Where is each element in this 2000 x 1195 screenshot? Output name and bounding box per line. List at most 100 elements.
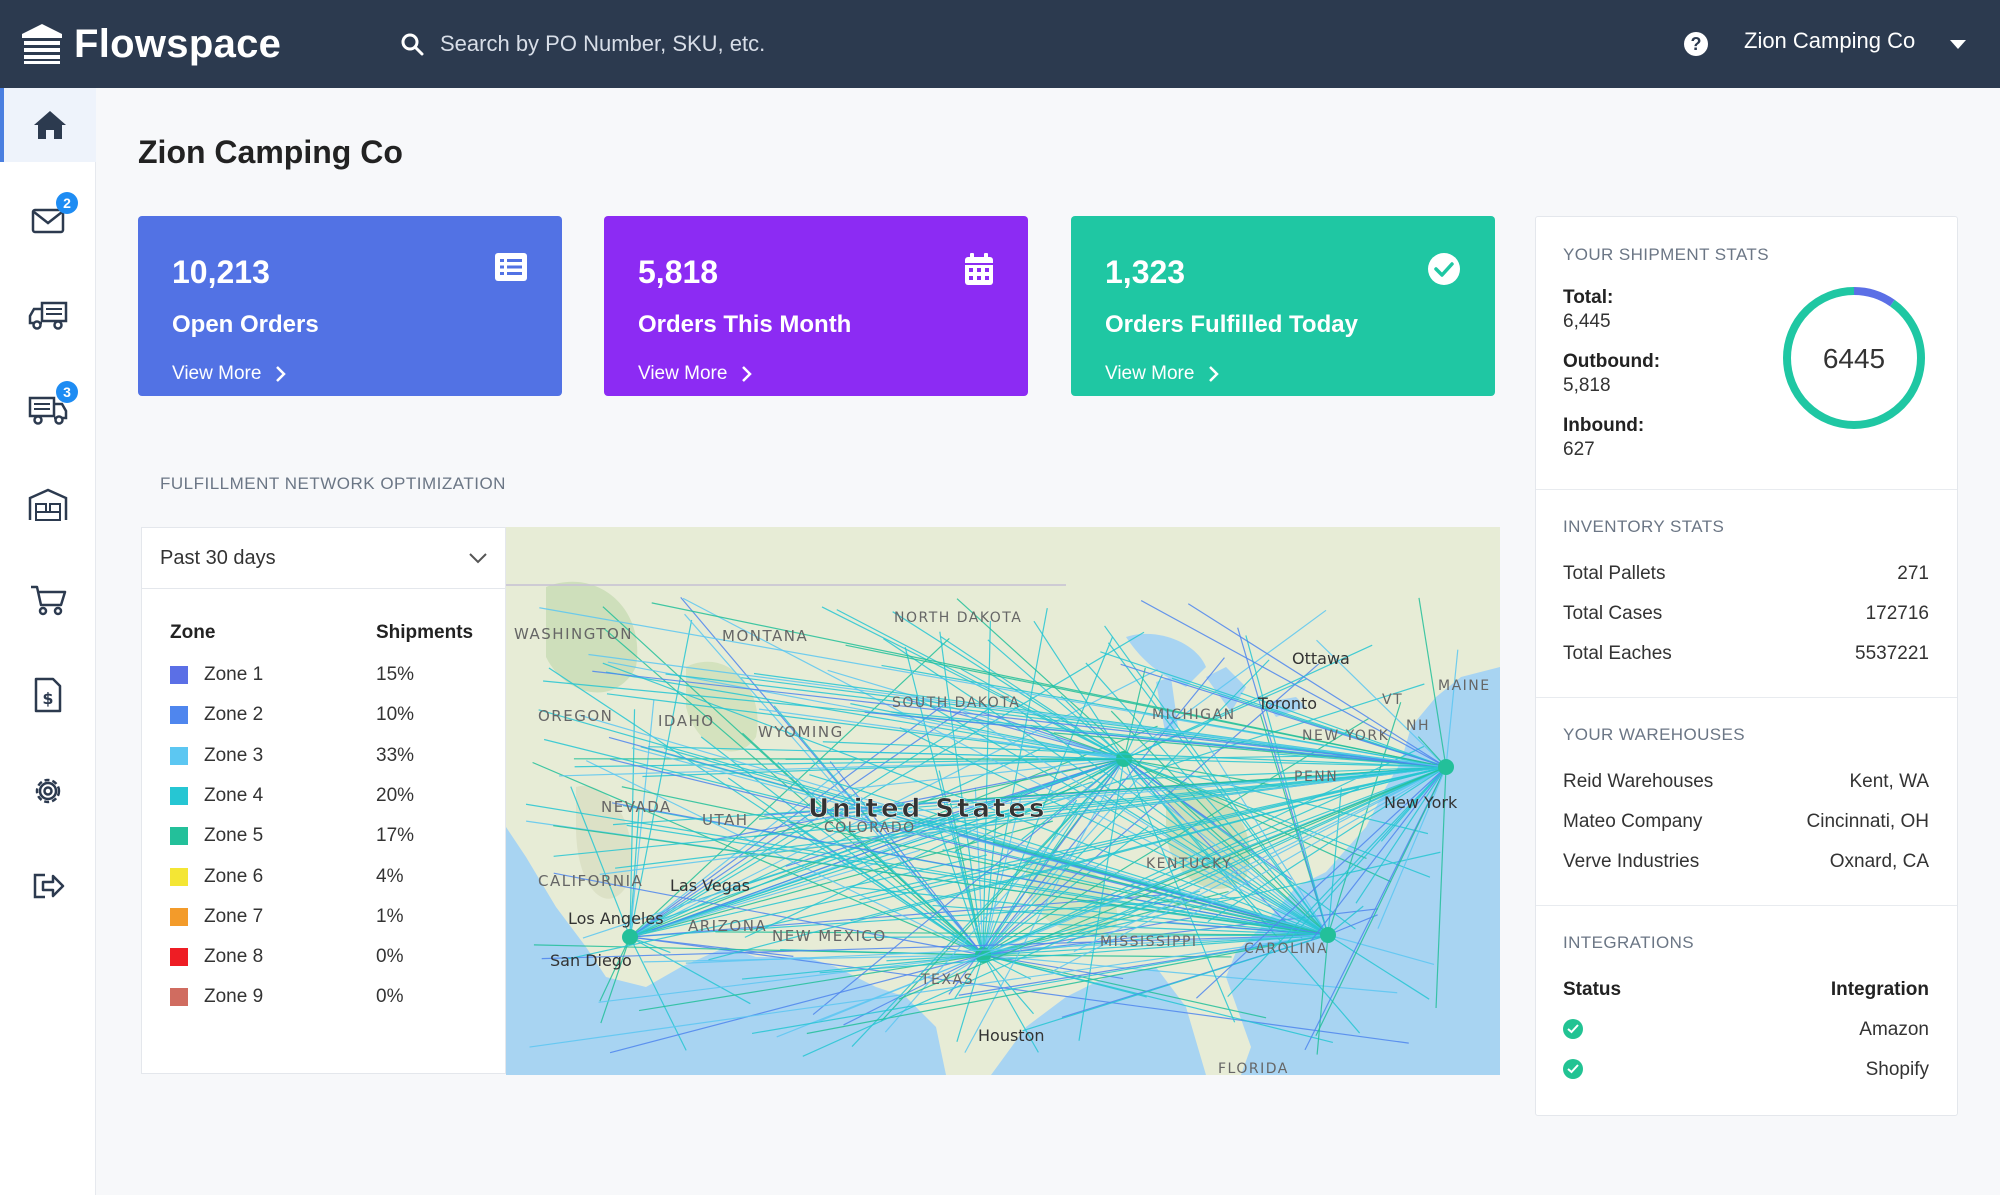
- app-name: Flowspace: [74, 21, 282, 66]
- open-orders-label: Open Orders: [172, 311, 319, 338]
- search-bar[interactable]: Search by PO Number, SKU, etc.: [400, 26, 1100, 62]
- map-label-country: United States: [808, 794, 1048, 824]
- zone-name: Zone 3: [204, 744, 264, 766]
- calendar-icon: [965, 253, 993, 285]
- warehouse-row[interactable]: Verve Industries Oxnard, CA: [1563, 851, 1929, 873]
- sidebar-item-messages[interactable]: 2: [0, 184, 96, 258]
- sidebar-item-inbound[interactable]: [0, 278, 96, 352]
- zone-color-swatch: [170, 706, 188, 725]
- zone-legend-row: Zone 6 4%: [170, 862, 490, 892]
- sidebar-item-home[interactable]: [0, 88, 96, 162]
- cart-icon: [31, 585, 67, 616]
- ring-center-value: 6445: [1823, 343, 1885, 374]
- fulfillment-map[interactable]: WASHINGTON MONTANA NORTH DAKOTA OREGON IDAHO…: [506, 527, 1500, 1075]
- shipments-badge: 3: [56, 381, 78, 403]
- inventory-row: Total Cases 172716: [1563, 603, 1929, 625]
- total-value: 6,445: [1563, 311, 1611, 332]
- date-range-dropdown[interactable]: Past 30 days: [142, 528, 506, 589]
- chevron-right-icon: [1209, 366, 1220, 382]
- help-icon[interactable]: ?: [1684, 32, 1708, 56]
- warehouse-hub-marker[interactable]: [622, 929, 638, 945]
- map-label-penn: PENN: [1294, 769, 1338, 785]
- map-label-washington: WASHINGTON: [514, 625, 633, 643]
- orders-this-month-view-more[interactable]: View More: [638, 363, 994, 385]
- inventory-value: 5537221: [1855, 643, 1929, 664]
- sidebar-item-shipments[interactable]: 3: [0, 373, 96, 447]
- inbound-value: 627: [1563, 439, 1595, 460]
- integration-row[interactable]: Amazon: [1563, 1019, 1929, 1041]
- zone-color-swatch: [170, 988, 188, 1007]
- sidebar-item-orders[interactable]: [0, 563, 96, 637]
- sidebar-item-billing[interactable]: $: [0, 658, 96, 732]
- map-label-new-york-state: NEW YORK: [1302, 728, 1389, 744]
- orders-fulfilled-today-card[interactable]: 1,323 Orders Fulfilled Today View More: [1071, 216, 1495, 396]
- inventory-row: Total Pallets 271: [1563, 563, 1929, 585]
- integration-name: Shopify: [1865, 1059, 1929, 1080]
- map-label-montana: MONTANA: [722, 627, 808, 645]
- zone-name: Zone 7: [204, 905, 264, 927]
- integration-row[interactable]: Shopify: [1563, 1059, 1929, 1081]
- gear-icon: [35, 778, 61, 804]
- orders-fulfilled-today-view-more[interactable]: View More: [1105, 363, 1461, 385]
- inventory-label: Total Pallets: [1563, 563, 1666, 584]
- map-label-idaho: IDAHO: [658, 712, 715, 730]
- warehouse-hub-marker[interactable]: [1438, 759, 1454, 775]
- map-label-new-york: New York: [1384, 793, 1458, 812]
- status-column-header: Status: [1563, 979, 1622, 1000]
- warehouse-name: Reid Warehouses: [1563, 771, 1714, 792]
- map-label-utah: UTAH: [702, 811, 749, 829]
- zone-color-swatch: [170, 786, 188, 805]
- map-label-mississippi: MISSISSIPPI: [1100, 934, 1198, 950]
- zone-name: Zone 6: [204, 865, 264, 887]
- warehouse-name: Verve Industries: [1563, 851, 1700, 872]
- shipment-stats-title: YOUR SHIPMENT STATS: [1563, 245, 1769, 264]
- zone-shipment-pct: 17%: [376, 825, 415, 847]
- map-label-wyoming: WYOMING: [758, 723, 844, 741]
- warehouse-icon: [28, 488, 68, 521]
- map-label-las-vegas: Las Vegas: [670, 876, 750, 895]
- open-orders-card[interactable]: 10,213 Open Orders View More: [138, 216, 562, 396]
- zone-shipment-pct: 15%: [376, 664, 415, 685]
- zone-name: Zone 1: [204, 664, 264, 685]
- zone-shipment-pct: 0%: [376, 946, 404, 968]
- logo[interactable]: Flowspace: [20, 18, 281, 70]
- zone-shipment-pct: 0%: [376, 986, 404, 1008]
- zone-legend-row: Zone 3 33%: [170, 741, 490, 771]
- view-more-link-text: View More: [1105, 363, 1195, 384]
- map-label-vt: VT: [1382, 692, 1403, 708]
- orders-this-month-card[interactable]: 5,818 Orders This Month View More: [604, 216, 1028, 396]
- map-label-los-angeles: Los Angeles: [568, 909, 664, 928]
- divider: [1536, 489, 1957, 490]
- inbound-label: Inbound:: [1563, 415, 1645, 436]
- outbound-value: 5,818: [1563, 375, 1611, 396]
- search-input[interactable]: Search by PO Number, SKU, etc.: [440, 31, 765, 57]
- open-orders-view-more[interactable]: View More: [172, 363, 528, 385]
- warehouse-row[interactable]: Reid Warehouses Kent, WA: [1563, 771, 1929, 793]
- zone-shipment-pct: 20%: [376, 784, 415, 806]
- divider: [1536, 697, 1957, 698]
- chevron-right-icon: [742, 366, 753, 382]
- search-icon: [401, 33, 424, 56]
- warehouse-location: Oxnard, CA: [1829, 851, 1929, 872]
- top-bar: Flowspace Search by PO Number, SKU, etc.…: [0, 0, 2000, 88]
- warehouse-name: Mateo Company: [1563, 811, 1703, 832]
- map-label-arizona: ARIZONA: [688, 917, 767, 935]
- integrations-title: INTEGRATIONS: [1563, 933, 1695, 952]
- zone-color-swatch: [170, 948, 188, 967]
- sidebar-item-logout[interactable]: [0, 849, 96, 923]
- map-label-california: CALIFORNIA: [538, 872, 643, 890]
- map-label-houston: Houston: [978, 1026, 1045, 1045]
- warehouse-row[interactable]: Mateo Company Cincinnati, OH: [1563, 811, 1929, 833]
- account-name[interactable]: Zion Camping Co: [1744, 28, 1915, 54]
- network-section-label: FULFILLMENT NETWORK OPTIMIZATION: [160, 474, 506, 493]
- map-label-north-dakota: NORTH DAKOTA: [894, 610, 1022, 626]
- chevron-down-icon[interactable]: [1950, 40, 1966, 49]
- map-label-nevada: NEVADA: [601, 798, 672, 816]
- sidebar-item-settings[interactable]: [0, 754, 96, 828]
- zone-shipment-pct: 1%: [376, 905, 404, 927]
- sidebar-item-warehouse[interactable]: [0, 468, 96, 542]
- invoice-icon: $: [34, 677, 62, 713]
- list-icon: [495, 253, 527, 281]
- zone-color-swatch: [170, 746, 188, 765]
- map-label-michigan: MICHIGAN: [1152, 707, 1236, 723]
